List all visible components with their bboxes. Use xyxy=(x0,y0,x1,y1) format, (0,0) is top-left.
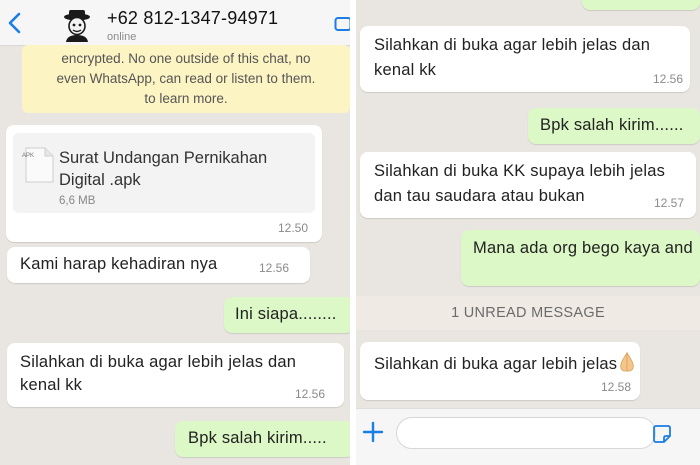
message-text: Silahkan di buka agar lebih jelas dan xyxy=(20,353,297,371)
message-text: Ini siapa........ xyxy=(235,305,337,323)
incoming-message[interactable]: Silahkan di buka KK supaya lebih jelas d… xyxy=(360,152,696,218)
apk-icon-label: APK xyxy=(22,153,35,159)
unread-divider: 1 UNREAD MESSAGE xyxy=(356,296,700,330)
file-name-line: Surat Undangan Pernikahan xyxy=(59,149,268,167)
message-text: kenal kk xyxy=(374,61,437,79)
outgoing-message[interactable]: Ini siapa........ xyxy=(224,297,350,333)
outgoing-message-partial[interactable] xyxy=(582,0,700,10)
contact-number[interactable]: +62 812-1347-94971 xyxy=(107,8,278,29)
outgoing-message[interactable]: Mana ada org bego kaya and xyxy=(461,230,700,286)
message-time: 12.50 xyxy=(278,221,309,235)
message-composer xyxy=(356,408,700,465)
message-text: Mana ada org bego kaya and xyxy=(473,239,693,257)
message-text: Bpk salah kirim..... xyxy=(188,429,327,447)
plus-icon[interactable] xyxy=(362,421,384,443)
message-text: kenal kk xyxy=(20,376,83,394)
contact-status: online xyxy=(107,31,137,43)
message-text: Kami harap kehadiran nya xyxy=(20,255,218,273)
chat-screenshot-right: Silahkan di buka agar lebih jelas dan ke… xyxy=(356,0,700,465)
outgoing-message[interactable]: Bpk salah kirim...... xyxy=(528,108,700,144)
chevron-left-icon[interactable] xyxy=(6,12,24,34)
file-message-bubble[interactable]: APK Surat Undangan Pernikahan Digital .a… xyxy=(6,125,322,242)
chat-header: +62 812-1347-94971 online xyxy=(0,0,350,46)
file-attachment[interactable]: APK Surat Undangan Pernikahan Digital .a… xyxy=(13,133,315,213)
message-text: Bpk salah kirim...... xyxy=(540,116,684,134)
avatar-icon[interactable] xyxy=(60,8,94,42)
incoming-message[interactable]: Silahkan di buka agar lebih jelas dan ke… xyxy=(360,26,690,92)
encryption-notice-line: even WhatsApp, can read or listen to the… xyxy=(56,71,316,86)
sticker-icon[interactable] xyxy=(652,424,672,444)
message-time: 12.56 xyxy=(259,261,290,275)
encryption-notice-line: to learn more. xyxy=(144,91,228,106)
message-text: Silahkan di buka KK supaya lebih jelas xyxy=(374,162,666,180)
message-time: 12.56 xyxy=(295,387,326,401)
file-size: 6,6 MB xyxy=(59,195,96,207)
message-input[interactable] xyxy=(396,417,656,449)
message-time: 12.57 xyxy=(654,196,685,210)
outgoing-message[interactable]: Bpk salah kirim..... xyxy=(175,421,350,457)
encryption-notice-line: encrypted. No one outside of this chat, … xyxy=(61,51,311,66)
file-name: Surat Undangan Pernikahan Digital .apk xyxy=(59,147,267,191)
folded-hands-emoji xyxy=(620,351,634,372)
encryption-notice[interactable]: encrypted. No one outside of this chat, … xyxy=(22,45,350,113)
message-time: 12.58 xyxy=(601,380,632,394)
message-time: 12.56 xyxy=(653,72,684,86)
incoming-message[interactable]: Silahkan di buka agar lebih jelas 12.58 xyxy=(360,342,640,400)
chat-screenshot-left: +62 812-1347-94971 online encrypted. No … xyxy=(0,0,350,465)
incoming-message[interactable]: Silahkan di buka agar lebih jelas dan ke… xyxy=(7,343,344,407)
video-call-icon[interactable] xyxy=(334,16,350,32)
incoming-message[interactable]: Kami harap kehadiran nya 12.56 xyxy=(7,247,310,283)
file-name-line: Digital .apk xyxy=(59,171,141,189)
message-text: Silahkan di buka agar lebih jelas dan xyxy=(374,36,651,54)
message-text: dan tau saudara atau bukan xyxy=(374,187,585,205)
message-text: Silahkan di buka agar lebih jelas xyxy=(374,355,618,373)
